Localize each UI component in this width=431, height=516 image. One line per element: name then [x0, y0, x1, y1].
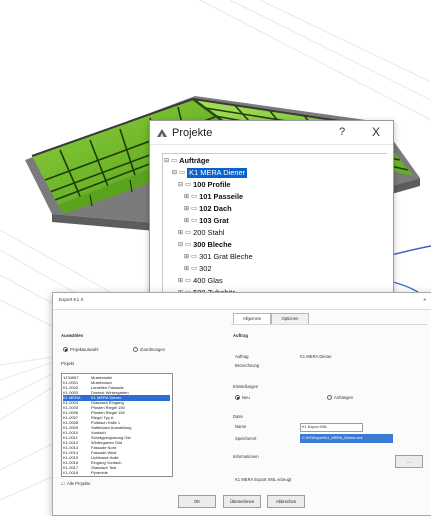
tab-divider	[231, 324, 427, 325]
path-label: Speicherort	[235, 436, 257, 441]
radio-projects-label: Projektauswahl	[70, 347, 99, 352]
tree-node-label: 400 Glas	[193, 276, 223, 285]
radio-new[interactable]	[235, 395, 240, 400]
export-dialog-title: Export K1 X	[59, 297, 84, 302]
close-button[interactable]: X	[372, 125, 380, 139]
path-field[interactable]: C:\K1\Export\K1_MERA_Diener.xml	[300, 434, 393, 443]
tree-node-label: 200 Stahl	[193, 228, 225, 237]
info-heading: Informationen	[233, 454, 259, 459]
folder-icon: ▭	[185, 181, 192, 188]
tree-node[interactable]: ⊞ ▭ 301 Grat Bleche	[183, 252, 253, 262]
tree-toggle-icon[interactable]: ⊟	[163, 156, 170, 166]
all-projects-label: Alle Projekte	[67, 481, 91, 486]
browse-button[interactable]: ...	[395, 455, 423, 468]
projects-window: Projekte ? X ⊟ ▭ Aufträge ⊟ ▭ K1 MERA Diener ⊟…	[149, 120, 394, 307]
group-order-heading: Auftrag	[233, 333, 248, 338]
help-button[interactable]: ?	[339, 126, 345, 138]
tree-node-label: K1 MERA Diener	[187, 168, 248, 178]
cancel-button[interactable]: Abbrechen	[267, 495, 305, 508]
left-heading: Auswählen	[61, 333, 84, 338]
radio-mappings-label: Zuordnungen	[140, 347, 165, 352]
export-dialog: Export K1 X ✕ Auswählen Projektauswahl Z…	[52, 292, 431, 516]
tree-node[interactable]: ⊟ ▭ Aufträge	[163, 156, 210, 166]
tree-toggle-icon[interactable]: ⊞	[177, 228, 184, 238]
tree-node[interactable]: ⊞ ▭ 200 Stahl	[177, 228, 224, 238]
tree-node-label: 301 Grat Bleche	[199, 252, 253, 261]
project-tree[interactable]: ⊟ ▭ Aufträge ⊟ ▭ K1 MERA Diener ⊟ ▭ 100 Profile ⊞…	[162, 153, 387, 304]
order-value: K1 MERA Diener	[300, 354, 332, 359]
folder-icon: ▭	[171, 157, 178, 164]
apply-button[interactable]: Übernehmen	[223, 495, 261, 508]
folder-icon: ▭	[191, 217, 198, 224]
folder-icon: ▭	[191, 205, 198, 212]
tree-node-label: 300 Bleche	[193, 240, 232, 249]
radio-projects[interactable]	[63, 347, 68, 352]
tree-node[interactable]: ⊟ ▭ 300 Bleche	[177, 240, 232, 250]
tree-toggle-icon[interactable]: ⊞	[183, 192, 190, 202]
export-dialog-titlebar	[53, 293, 431, 310]
tree-toggle-icon[interactable]: ⊟	[177, 180, 184, 190]
projects-window-title: Projekte	[172, 126, 213, 139]
radio-mappings[interactable]	[133, 347, 138, 352]
tree-node-label: 302	[199, 264, 212, 273]
tree-node[interactable]: ⊞ ▭ 302	[183, 264, 212, 274]
tree-toggle-icon[interactable]: ⊞	[183, 264, 190, 274]
tree-toggle-icon[interactable]: ⊟	[177, 240, 184, 250]
description-label: Bezeichnung	[235, 363, 260, 368]
order-label: Auftrag	[235, 354, 249, 359]
tree-node[interactable]: ⊟ ▭ 100 Profile	[177, 180, 231, 190]
settings-heading: Einstellungen	[233, 384, 259, 389]
projects-app-icon	[157, 128, 167, 137]
list-item-name: Pyramide	[91, 470, 108, 475]
list-header: Projekt	[61, 361, 75, 366]
all-projects-checkbox[interactable]: ☐	[61, 481, 65, 486]
tree-toggle-icon[interactable]: ⊟	[171, 168, 178, 178]
tree-toggle-icon[interactable]: ⊞	[183, 216, 190, 226]
folder-icon: ▭	[185, 241, 192, 248]
file-heading: Datei	[233, 414, 243, 419]
project-listbox[interactable]: 1234567 Musterdatei K1-0001 Musterdach K1-00…	[61, 373, 173, 477]
folder-icon: ▭	[191, 253, 198, 260]
tree-node[interactable]: ⊟ ▭ K1 MERA Diener	[171, 168, 248, 178]
name-label: Name	[235, 424, 247, 429]
radio-new-label: Neu	[242, 395, 250, 400]
tree-node-label: 100 Profile	[193, 180, 231, 189]
radio-append-label: Anhängen	[334, 395, 354, 400]
folder-icon: ▭	[191, 193, 198, 200]
projects-titlebar: Projekte ? X	[150, 121, 393, 145]
dialog-close-icon[interactable]: ✕	[423, 297, 427, 302]
tree-node[interactable]: ⊞ ▭ 400 Glas	[177, 276, 223, 286]
tree-toggle-icon[interactable]: ⊞	[183, 204, 190, 214]
tree-node-label: 102 Dach	[199, 204, 232, 213]
ok-button[interactable]: OK	[178, 495, 216, 508]
folder-icon: ▭	[191, 265, 198, 272]
name-field[interactable]: K1 Export.XML	[300, 423, 363, 432]
list-item[interactable]: K1-0018 Pyramide	[63, 470, 170, 476]
tree-node[interactable]: ⊞ ▭ 102 Dach	[183, 204, 232, 214]
tree-node-label: Aufträge	[179, 156, 210, 165]
tree-node[interactable]: ⊞ ▭ 103 Grat	[183, 216, 229, 226]
tree-node[interactable]: ⊞ ▭ 101 Passeile	[183, 192, 243, 202]
folder-icon: ▭	[185, 277, 192, 284]
folder-icon: ▭	[185, 229, 192, 236]
tree-node-label: 103 Grat	[199, 216, 229, 225]
info-line: K1 MERA Export XML erzeugt	[235, 477, 292, 482]
tree-node-label: 101 Passeile	[199, 192, 244, 201]
list-item-code: K1-0018	[63, 470, 79, 475]
radio-append[interactable]	[327, 395, 332, 400]
folder-icon: ▭	[179, 169, 186, 176]
tree-toggle-icon[interactable]: ⊞	[177, 276, 184, 286]
tree-toggle-icon[interactable]: ⊞	[183, 252, 190, 262]
